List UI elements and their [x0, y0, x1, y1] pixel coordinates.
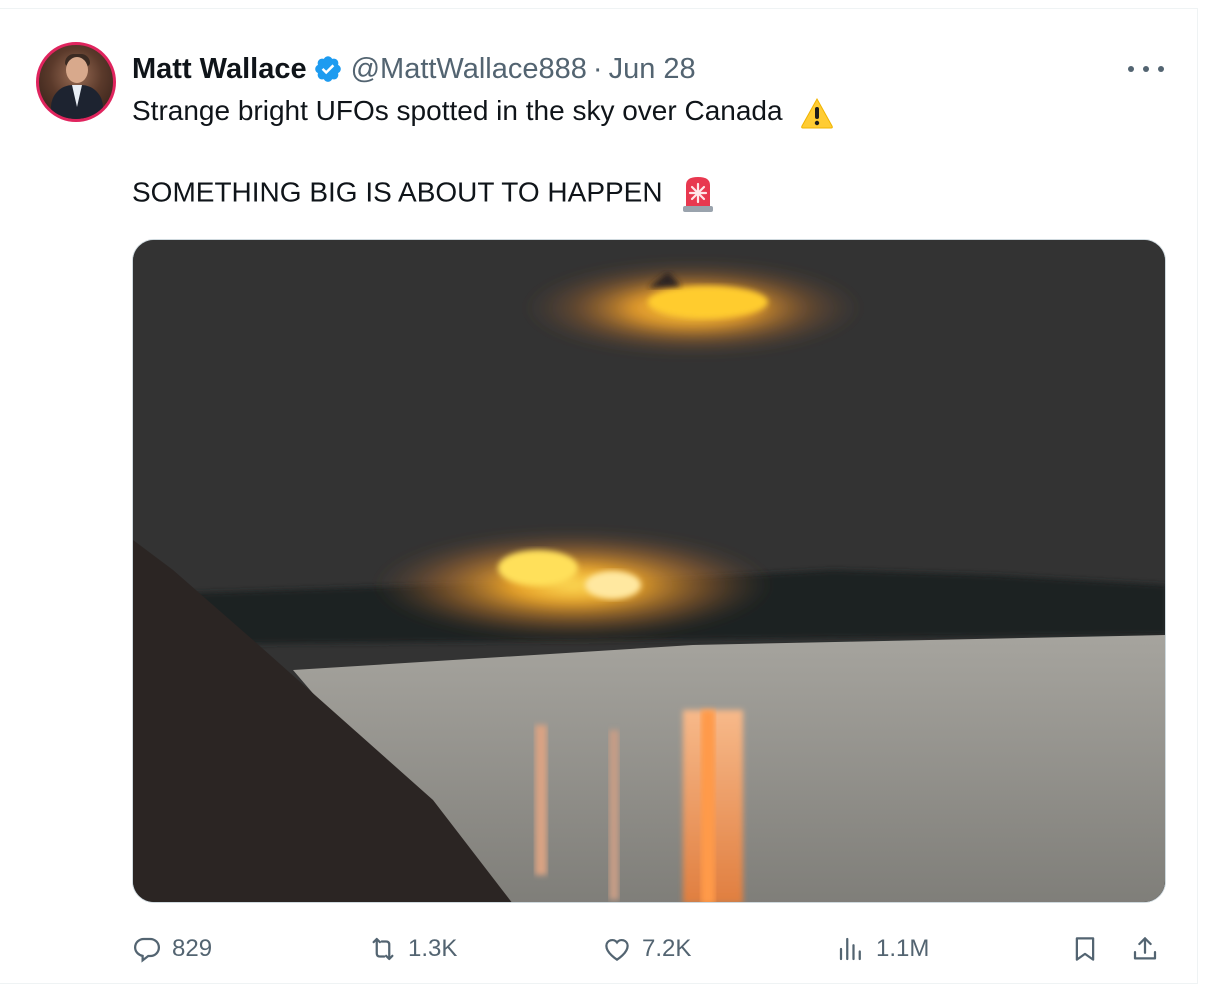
rotating-light-emoji-icon: [683, 177, 714, 212]
share-button[interactable]: [1130, 927, 1170, 971]
reply-count: 829: [172, 935, 213, 962]
tweet-actions: 829 1.3K 7.2K 1.1M: [132, 927, 1168, 971]
verified-badge-icon[interactable]: [313, 54, 343, 84]
like-button[interactable]: 7.2K: [602, 927, 691, 971]
views-button[interactable]: 1.1M: [836, 927, 929, 971]
ufo-photo: [133, 240, 1165, 902]
views-count: 1.1M: [876, 935, 930, 962]
reply-icon: [133, 937, 161, 963]
more-icon[interactable]: [1128, 59, 1164, 79]
avatar[interactable]: [36, 42, 116, 122]
tweet-text-2: SOMETHING BIG IS ABOUT TO HAPPEN: [132, 176, 663, 208]
views-icon: [839, 937, 861, 961]
separator-dot: ·: [592, 52, 603, 85]
tweet-text-line-2: SOMETHING BIG IS ABOUT TO HAPPEN: [132, 175, 716, 213]
repost-count: 1.3K: [408, 935, 458, 962]
repost-icon: [372, 937, 394, 961]
like-count: 7.2K: [642, 935, 692, 962]
author-handle[interactable]: @MattWallace888: [351, 53, 587, 86]
tweet-card[interactable]: Matt Wallace @MattWallace888 · Jun 28 St…: [0, 8, 1198, 984]
tweet-header: Matt Wallace @MattWallace888 · Jun 28: [132, 49, 696, 89]
bookmark-icon: [1075, 937, 1095, 961]
reply-button[interactable]: 829: [132, 927, 212, 971]
share-icon: [1133, 937, 1157, 960]
like-icon: [605, 938, 629, 961]
bookmark-button[interactable]: [1070, 927, 1110, 971]
tweet-media-photo[interactable]: [132, 239, 1166, 903]
tweet-text-line-1: Strange bright UFOs spotted in the sky o…: [132, 95, 834, 129]
tweet-text-1: Strange bright UFOs spotted in the sky o…: [132, 95, 783, 126]
warning-emoji-icon: [801, 97, 834, 129]
repost-button[interactable]: 1.3K: [368, 927, 457, 971]
author-name[interactable]: Matt Wallace: [132, 53, 307, 86]
tweet-date[interactable]: Jun 28: [609, 53, 696, 86]
